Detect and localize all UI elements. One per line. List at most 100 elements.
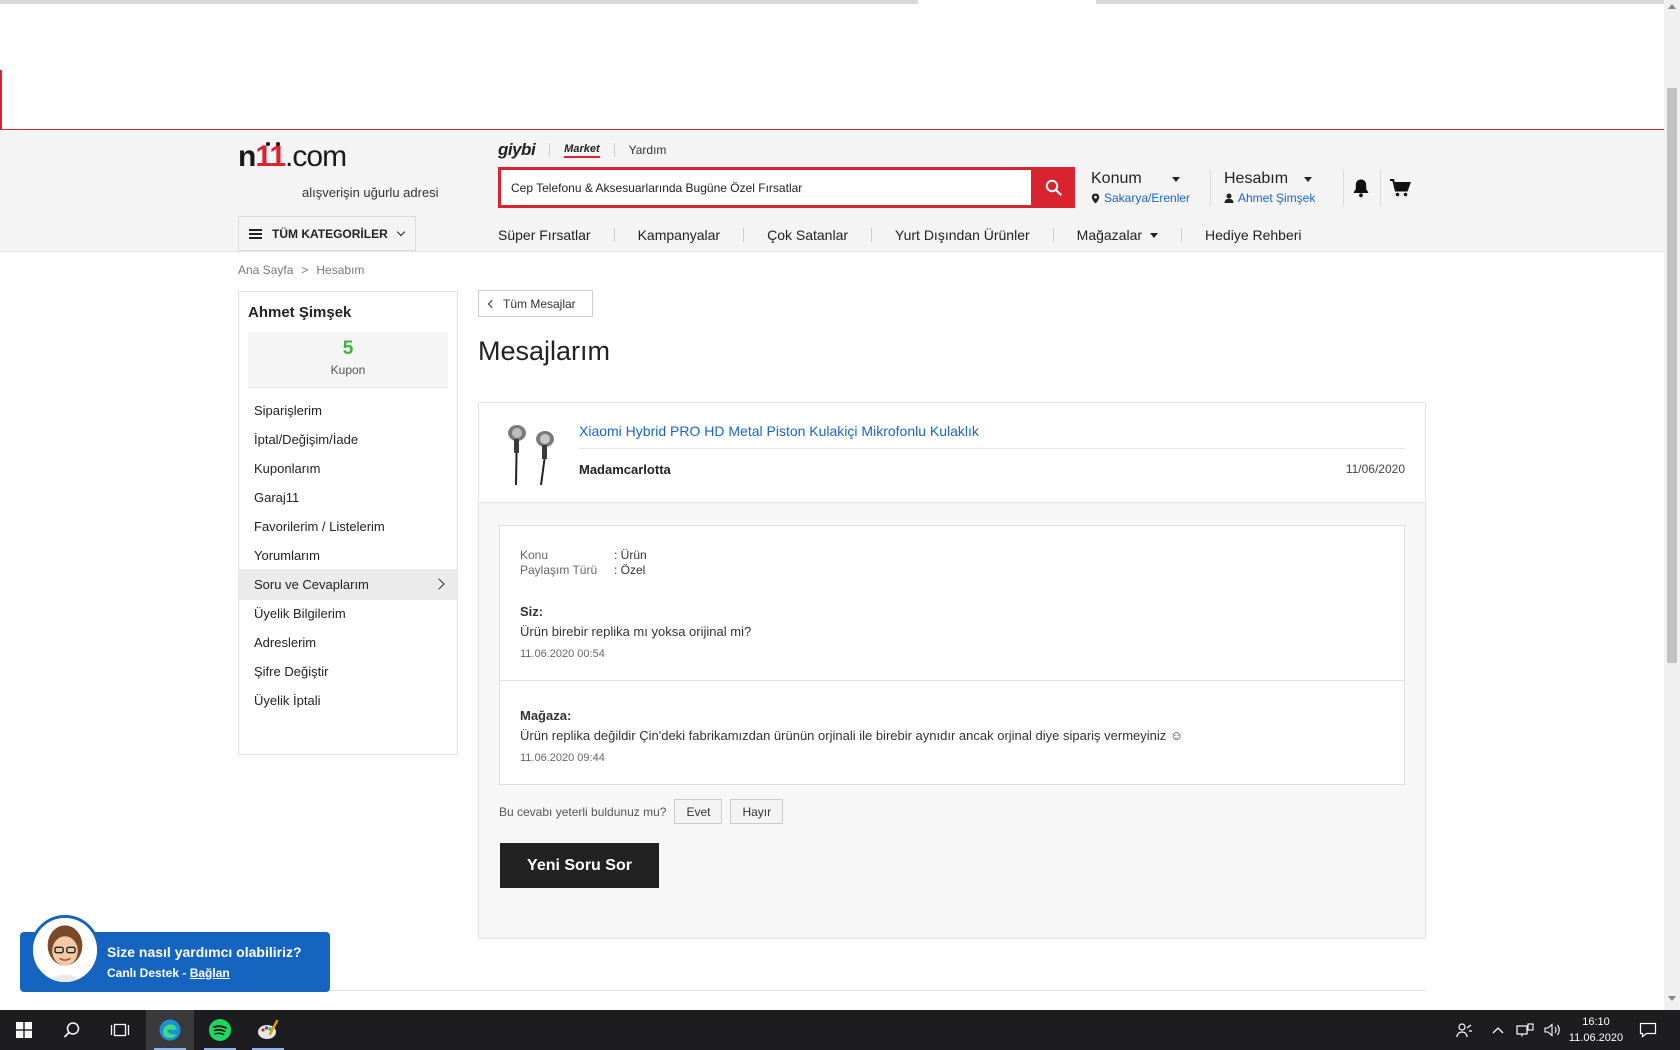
coupon-summary[interactable]: 5 Kupon <box>248 332 448 388</box>
network-icon[interactable] <box>1516 1023 1534 1037</box>
spotify-icon <box>209 1019 231 1041</box>
live-support-widget[interactable]: Size nasıl yardımcı olabiliriz? Canlı De… <box>20 915 330 992</box>
sidebar-item-returns[interactable]: İptal/Değişim/İade <box>239 424 457 455</box>
sidebar-item-garaj11[interactable]: Garaj11 <box>239 482 457 513</box>
chevron-right-icon <box>433 578 445 590</box>
message-meta: Konu: Ürün Paylaşım Türü: Özel <box>520 548 647 578</box>
helpful-no-button[interactable]: Hayır <box>730 799 784 824</box>
clock-date: 11.06.2020 <box>1568 1032 1624 1044</box>
store-name: Madamcarlotta <box>579 462 671 477</box>
account-sidebar: Ahmet Şimşek 5 Kupon Siparişlerim İptal/… <box>238 291 458 755</box>
taskbar-search-button[interactable] <box>48 1010 96 1050</box>
action-center-button[interactable] <box>1624 1010 1672 1050</box>
system-tray <box>1456 1010 1562 1050</box>
breadcrumb-home[interactable]: Ana Sayfa <box>238 263 293 277</box>
caret-down-icon <box>1171 176 1180 182</box>
sidebar-item-cancel-membership[interactable]: Üyelik İptali <box>239 685 457 716</box>
bell-icon <box>1353 179 1369 198</box>
search-button[interactable] <box>1031 167 1075 208</box>
scroll-down-icon[interactable] <box>1668 996 1676 1001</box>
all-categories-button[interactable]: TÜM KATEGORİLER <box>238 216 416 251</box>
scrollbar-thumb[interactable] <box>1667 88 1677 663</box>
support-prefix: Canlı Destek - <box>107 966 187 980</box>
coupon-label: Kupon <box>330 363 366 377</box>
divider <box>1210 170 1211 206</box>
taskbar-clock[interactable]: 16:10 11.06.2020 <box>1560 1014 1632 1046</box>
giybi-link[interactable]: giybi <box>498 140 536 160</box>
conversation-box: Konu: Ürün Paylaşım Türü: Özel Siz: Ürün… <box>499 525 1405 785</box>
taskbar-paint[interactable] <box>244 1010 292 1050</box>
divider <box>1343 170 1344 206</box>
account-dropdown[interactable]: Hesabım Ahmet Şimşek <box>1224 170 1315 205</box>
sidebar-item-password[interactable]: Şifre Değiştir <box>239 656 457 687</box>
start-button[interactable] <box>0 1010 48 1050</box>
location-value: Sakarya/Erenler <box>1104 191 1191 205</box>
ad-banner[interactable] <box>0 70 1664 130</box>
taskbar-spotify[interactable] <box>196 1010 244 1050</box>
divider <box>1181 228 1183 242</box>
divider <box>743 228 745 242</box>
account-title: Hesabım <box>1224 170 1289 187</box>
sidebar-item-orders[interactable]: Siparişlerim <box>239 395 457 426</box>
chevron-left-icon <box>487 299 497 308</box>
site-logo[interactable]: n11.com <box>238 140 347 174</box>
notifications-button[interactable] <box>1352 178 1370 203</box>
meta-value: : Ürün <box>614 548 647 562</box>
cart-button[interactable] <box>1389 178 1411 203</box>
nav-yurt-disindan[interactable]: Yurt Dışından Ürünler <box>895 227 1030 243</box>
chevron-up-icon[interactable] <box>1492 1026 1504 1034</box>
breadcrumb-account[interactable]: Hesabım <box>316 263 364 277</box>
nav-kampanyalar[interactable]: Kampanyalar <box>638 227 721 243</box>
support-agent-avatar <box>30 915 100 985</box>
scroll-up-icon[interactable] <box>1668 4 1676 9</box>
nav-hediye-rehberi[interactable]: Hediye Rehberi <box>1205 227 1302 243</box>
sidebar-item-favorites[interactable]: Favorilerim / Listelerim <box>239 511 457 542</box>
product-thumbnail[interactable] <box>495 421 563 489</box>
meta-key: Paylaşım Türü <box>520 563 598 577</box>
breadcrumb: Ana Sayfa > Hesabım <box>238 263 364 277</box>
sidebar-item-reviews[interactable]: Yorumlarım <box>239 540 457 571</box>
support-connect-link[interactable]: Bağlan <box>190 966 230 980</box>
site-tagline: alışverişin uğurlu adresi <box>302 185 439 200</box>
sidebar-item-membership[interactable]: Üyelik Bilgilerim <box>239 598 457 629</box>
page-scrollbar[interactable] <box>1664 0 1680 1010</box>
message-date: 11/06/2020 <box>1345 462 1405 476</box>
sidebar-item-addresses[interactable]: Adreslerim <box>239 627 457 658</box>
location-dropdown[interactable]: Konum Sakarya/Erenler <box>1091 170 1190 205</box>
browser-viewport: n11.com alışverişin uğurlu adresi TÜM KA… <box>0 0 1680 1050</box>
account-user-name: Ahmet Şimşek <box>1238 191 1316 205</box>
nav-cok-satanlar[interactable]: Çok Satanlar <box>767 227 848 243</box>
notification-center-icon <box>1639 1022 1657 1038</box>
taskbar-edge[interactable] <box>146 1010 194 1050</box>
task-view-button[interactable] <box>96 1010 144 1050</box>
active-tab[interactable] <box>918 0 1096 4</box>
sidebar-item-label: Soru ve Cevaplarım <box>254 577 369 592</box>
task-view-icon <box>110 1023 130 1037</box>
question-author: Siz: <box>520 604 544 619</box>
all-messages-button[interactable]: Tüm Mesajlar <box>478 290 593 317</box>
new-question-button[interactable]: Yeni Soru Sor <box>500 843 659 888</box>
search-input[interactable] <box>501 170 1072 205</box>
support-subtitle: Canlı Destek - Bağlan <box>107 966 230 980</box>
people-icon[interactable] <box>1456 1022 1472 1038</box>
top-links: giybi Market Yardım <box>498 140 666 160</box>
search-icon <box>1045 179 1062 196</box>
nav-super-firsatlar[interactable]: Süper Fırsatlar <box>498 227 591 243</box>
nav-magazalar[interactable]: Mağazalar <box>1077 227 1159 243</box>
answer-text: Ürün replika değildir Çin'deki fabrikamı… <box>520 728 1184 743</box>
divider <box>613 228 615 242</box>
divider <box>500 680 1404 681</box>
product-link[interactable]: Xiaomi Hybrid PRO HD Metal Piston Kulaki… <box>579 423 979 439</box>
windows-taskbar: 16:10 11.06.2020 <box>0 1010 1680 1050</box>
answer-author: Mağaza: <box>520 708 572 723</box>
chevron-down-icon <box>396 227 406 236</box>
edge-browser-icon <box>159 1019 181 1041</box>
helpful-yes-button[interactable]: Evet <box>674 799 723 824</box>
sidebar-item-questions[interactable]: Soru ve Cevaplarım <box>239 569 457 600</box>
divider <box>579 448 1405 449</box>
sidebar-item-coupons[interactable]: Kuponlarım <box>239 453 457 484</box>
ladybug-logo-icon <box>266 142 280 146</box>
paint-icon <box>258 1019 279 1039</box>
market-link[interactable]: Market <box>564 143 600 158</box>
help-link[interactable]: Yardım <box>629 143 667 157</box>
